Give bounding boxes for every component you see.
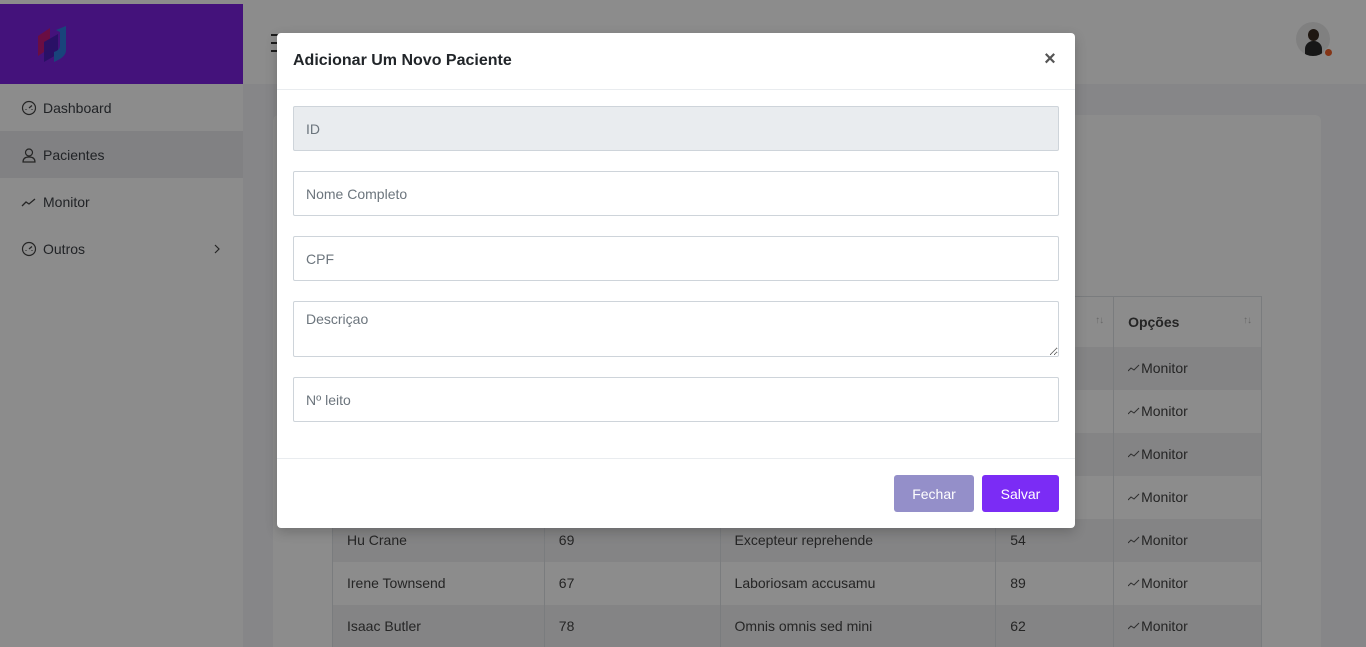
modal-footer: Fechar Salvar — [277, 458, 1075, 528]
cpf-field[interactable] — [293, 236, 1059, 281]
close-button[interactable]: Fechar — [894, 475, 974, 512]
name-field[interactable] — [293, 171, 1059, 216]
add-patient-modal: Adicionar Um Novo Paciente × Fechar Salv… — [277, 33, 1075, 528]
modal-header: Adicionar Um Novo Paciente × — [277, 33, 1075, 90]
save-button[interactable]: Salvar — [982, 475, 1059, 512]
id-field[interactable] — [293, 106, 1059, 151]
modal-body — [277, 90, 1075, 422]
description-field[interactable] — [293, 301, 1059, 357]
close-icon[interactable]: × — [1041, 49, 1059, 69]
modal-title: Adicionar Um Novo Paciente — [293, 52, 512, 69]
bed-number-field[interactable] — [293, 377, 1059, 422]
